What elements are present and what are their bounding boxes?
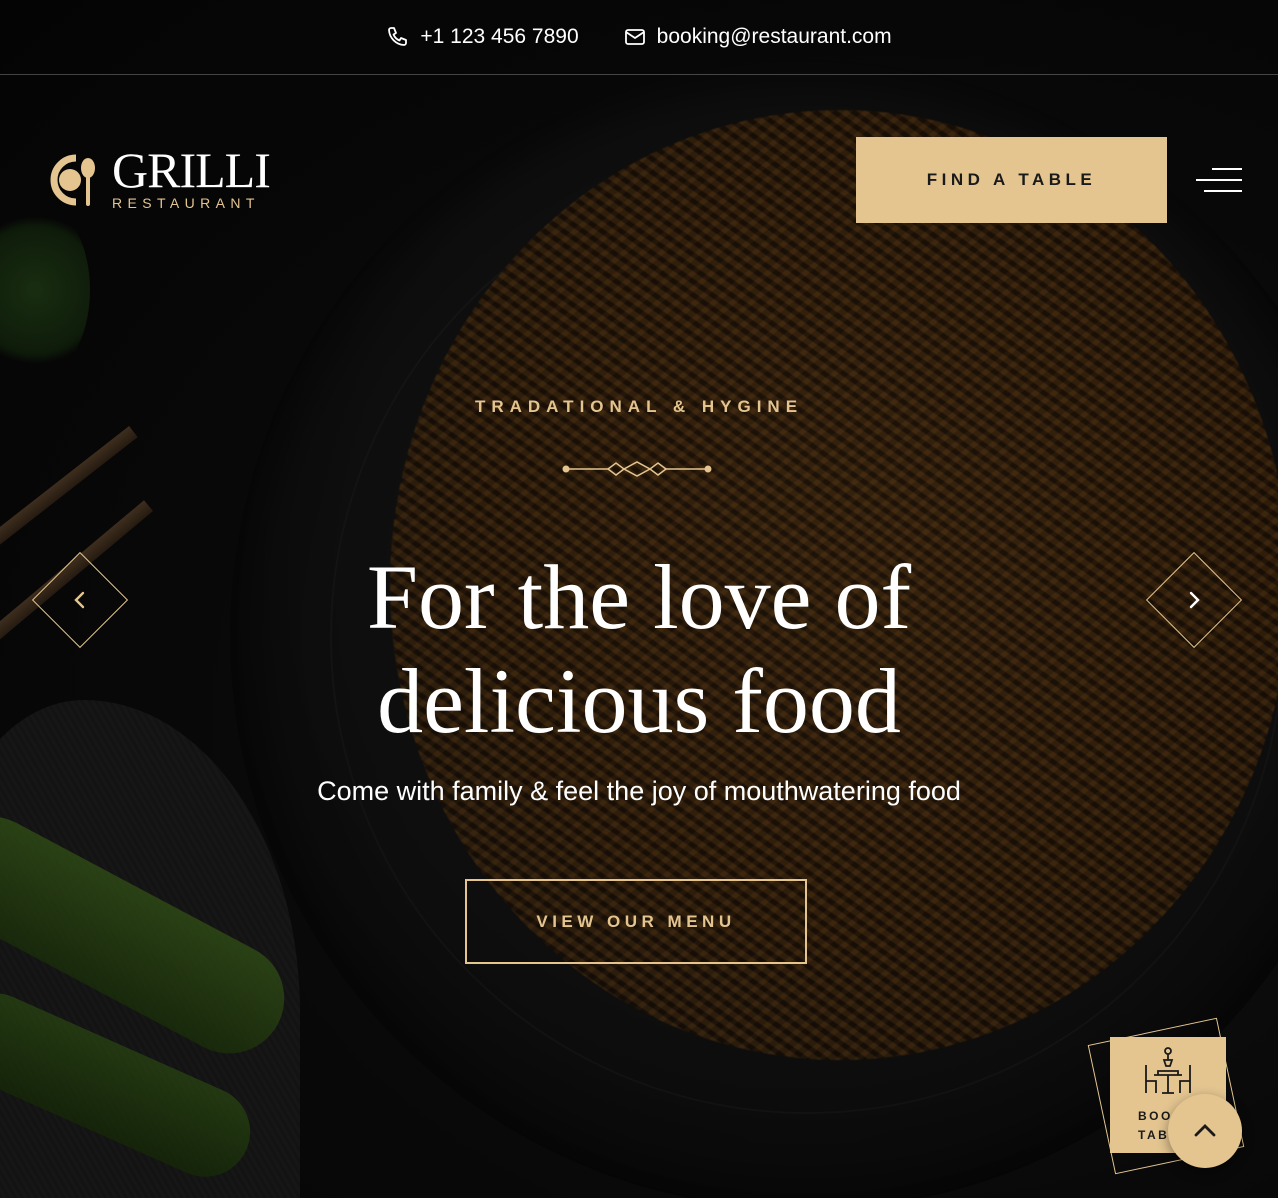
email-link[interactable]: booking@restaurant.com bbox=[623, 25, 892, 49]
phone-text: +1 123 456 7890 bbox=[420, 25, 579, 48]
brand-name: GRILLI bbox=[112, 142, 271, 198]
back-to-top-button[interactable] bbox=[1168, 1094, 1242, 1168]
chevron-left-icon bbox=[74, 591, 85, 609]
mail-icon bbox=[624, 29, 645, 45]
slider-prev-button[interactable] bbox=[31, 551, 129, 649]
phone-icon bbox=[388, 27, 408, 46]
dining-table-icon bbox=[1145, 1047, 1191, 1094]
find-table-button[interactable]: FIND A TABLE bbox=[856, 137, 1167, 223]
hamburger-line bbox=[1204, 190, 1242, 192]
view-menu-button[interactable]: VIEW OUR MENU bbox=[465, 879, 807, 964]
chevron-right-icon bbox=[1189, 591, 1200, 609]
hamburger-line bbox=[1196, 179, 1242, 181]
hero-title-line: delicious food bbox=[377, 650, 901, 752]
topbar: +1 123 456 7890 booking@restaurant.com bbox=[0, 0, 1278, 75]
slider-next-button[interactable] bbox=[1145, 551, 1243, 649]
hero-title-line: For the love of bbox=[366, 546, 912, 648]
hero-subtitle: TRADATIONAL & HYGINE bbox=[474, 397, 804, 416]
separator-ornament bbox=[562, 461, 712, 477]
brand-subtitle: RESTAURANT bbox=[112, 195, 260, 211]
logo-icon bbox=[50, 154, 95, 206]
hamburger-line bbox=[1212, 168, 1242, 170]
email-text: booking@restaurant.com bbox=[656, 25, 892, 48]
hamburger-icon[interactable] bbox=[1196, 166, 1242, 194]
phone-link[interactable]: +1 123 456 7890 bbox=[386, 25, 579, 49]
logo[interactable]: GRILLI RESTAURANT bbox=[36, 142, 271, 212]
hero-tagline: Come with family & feel the joy of mouth… bbox=[317, 776, 961, 806]
chevron-up-icon bbox=[1194, 1124, 1216, 1137]
hero-title: For the love of delicious food bbox=[0, 545, 1278, 753]
